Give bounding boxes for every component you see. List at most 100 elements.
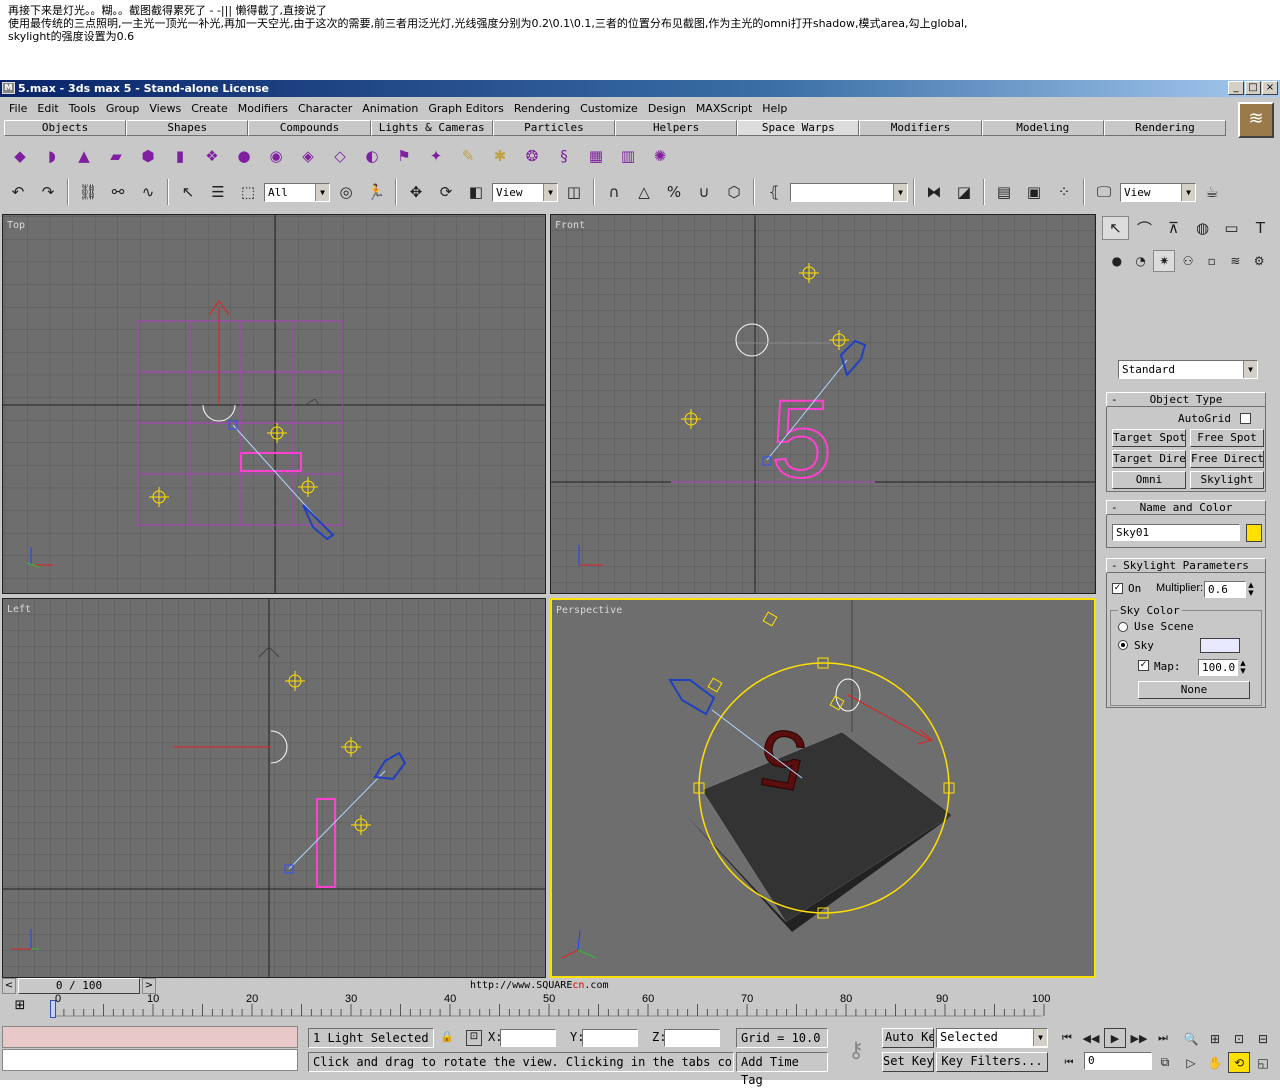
ripple-icon[interactable]: ✺ (646, 142, 674, 170)
select-icon[interactable]: ↖ (174, 178, 202, 206)
menu-modifiers[interactable]: Modifiers (233, 102, 293, 115)
display-tab-icon[interactable]: ▭ (1218, 216, 1245, 240)
zoom-icon[interactable]: 🔍 (1180, 1028, 1202, 1049)
bind-space-warp-icon[interactable]: ∿ (134, 178, 162, 206)
goto-start-icon[interactable]: ⏮ (1056, 1028, 1078, 1048)
schematic-icon[interactable]: ▣ (1020, 178, 1048, 206)
rect-region-icon[interactable]: ⬚ (234, 178, 262, 206)
conform-icon[interactable]: ◐ (358, 142, 386, 170)
max-icon[interactable]: M (2, 82, 15, 94)
create-tab-icon[interactable]: ↖ (1102, 216, 1130, 240)
spinner-arrows-icon[interactable]: ▲ ▼ (1238, 659, 1248, 676)
z-coord-input[interactable] (664, 1029, 720, 1047)
absolute-mode-icon[interactable]: ⊡ (466, 1030, 482, 1046)
name-color-header[interactable]: - Name and Color (1106, 500, 1266, 515)
pan-icon[interactable]: ✋ (1204, 1052, 1226, 1073)
ffd-cyl-icon[interactable]: ▥ (614, 142, 642, 170)
time-slider-track[interactable]: < 0 / 100 > http://www.SQUAREcn.com (2, 978, 1098, 994)
y-coord-input[interactable] (582, 1029, 638, 1047)
zoom-all-icon[interactable]: ⊞ (1204, 1028, 1226, 1049)
helpers-icon[interactable]: ▫ (1201, 250, 1223, 272)
object-color-swatch[interactable] (1246, 524, 1262, 542)
edit-named-sel-icon[interactable]: ⦃ (760, 178, 788, 206)
rotate-icon[interactable]: ⟳ (432, 178, 460, 206)
tab-particles[interactable]: Particles (492, 120, 616, 136)
viewport-front[interactable]: 5 Front (550, 214, 1096, 594)
spinner-snap-icon[interactable]: ∪ (690, 178, 718, 206)
named-sel-icon[interactable]: ⬡ (720, 178, 748, 206)
viewport-label[interactable]: Front (555, 220, 585, 231)
map-amount-spinner[interactable]: 100.0 (1198, 659, 1238, 676)
viewport-perspective[interactable]: 5 Perspective (550, 598, 1096, 978)
named-selection-select[interactable]: ▼ (790, 182, 908, 202)
omni-button[interactable]: Omni (1112, 471, 1186, 489)
free-spot-button[interactable]: Free Spot (1190, 429, 1264, 447)
select-by-name-icon[interactable]: ☰ (204, 178, 232, 206)
multiplier-spinner[interactable]: 0.6 (1204, 581, 1246, 598)
noise-icon[interactable]: ❖ (198, 142, 226, 170)
deflector-icon[interactable]: ▲ (70, 142, 98, 170)
tab-modeling[interactable]: Modeling (981, 120, 1104, 136)
material-editor-icon[interactable]: ⁘ (1050, 178, 1078, 206)
select-crossing-icon[interactable]: ◎ (332, 178, 360, 206)
align-icon[interactable]: ◪ (950, 178, 978, 206)
object-type-header[interactable]: - Object Type (1106, 392, 1266, 407)
arc-rotate-icon[interactable]: ⟲ (1228, 1052, 1250, 1073)
tab-shapes[interactable]: Shapes (126, 120, 249, 136)
selection-filter-select[interactable]: All ▼ (264, 182, 330, 202)
modify-tab-icon[interactable]: ⌒ (1131, 216, 1158, 240)
ref-coord-select[interactable]: View ▼ (492, 182, 558, 202)
motion-tab-icon[interactable]: ◍ (1189, 216, 1216, 240)
sky-color-swatch[interactable] (1200, 638, 1240, 653)
drag-icon[interactable]: § (550, 142, 578, 170)
menu-design[interactable]: Design (643, 102, 691, 115)
menu-tools[interactable]: Tools (64, 102, 101, 115)
use-scene-radio[interactable] (1118, 622, 1128, 632)
target-direct-button[interactable]: Target Direct (1112, 450, 1186, 468)
free-direct-button[interactable]: Free Direct (1190, 450, 1264, 468)
maxscript-listener-mini[interactable] (2, 1026, 298, 1048)
track-view-icon[interactable]: ▤ (990, 178, 1018, 206)
auto-key-button[interactable]: Auto Key (882, 1028, 934, 1048)
menu-edit[interactable]: Edit (32, 102, 63, 115)
undo-icon[interactable]: ↶ (4, 178, 32, 206)
mirror-icon[interactable]: ⧓ (920, 178, 948, 206)
spinner-arrows-icon[interactable]: ▲ ▼ (1246, 581, 1256, 598)
play-icon[interactable]: ▶ (1104, 1028, 1126, 1048)
menu-customize[interactable]: Customize (575, 102, 643, 115)
autogrid-checkbox[interactable] (1240, 413, 1251, 424)
chevron-right-icon[interactable]: > (142, 978, 156, 994)
select-move-figure-icon[interactable]: 🏃 (362, 178, 390, 206)
tab-objects[interactable]: Objects (4, 120, 127, 136)
path-follow-icon[interactable]: ◉ (262, 142, 290, 170)
set-key-icon[interactable]: ⚷ (834, 1028, 878, 1072)
target-spot-button[interactable]: Target Spot (1112, 429, 1186, 447)
sky-map-button[interactable]: None (1138, 681, 1250, 699)
add-time-tag-button[interactable]: Add Time Tag (736, 1052, 828, 1087)
current-frame-input[interactable]: 0 (1084, 1052, 1152, 1070)
minimize-button[interactable]: _ (1228, 81, 1244, 95)
pivot-icon[interactable]: ◫ (560, 178, 588, 206)
sky-radio[interactable] (1118, 640, 1128, 650)
force-icon[interactable]: ◆ (6, 142, 34, 170)
bomb-icon[interactable]: ● (230, 142, 258, 170)
taper-icon[interactable]: ▮ (166, 142, 194, 170)
goto-end-icon[interactable]: ⏭ (1152, 1028, 1174, 1048)
time-config-icon[interactable]: ⧉ (1154, 1052, 1176, 1072)
twist-icon[interactable]: ⬢ (134, 142, 162, 170)
tab-lights-cameras[interactable]: Lights & Cameras (370, 120, 493, 136)
menu-maxscript[interactable]: MAXScript (691, 102, 757, 115)
hierarchy-tab-icon[interactable]: ⊼ (1160, 216, 1187, 240)
menu-help[interactable]: Help (757, 102, 792, 115)
on-checkbox[interactable]: ✓ (1112, 583, 1123, 594)
maximize-viewport-icon[interactable]: ◱ (1252, 1052, 1274, 1073)
tab-modifiers[interactable]: Modifiers (859, 120, 982, 136)
redo-icon[interactable]: ↷ (34, 178, 62, 206)
ffd-box-icon[interactable]: ▦ (582, 142, 610, 170)
chevron-left-icon[interactable]: < (2, 978, 16, 994)
key-mode-select[interactable]: Selected ▼ (936, 1028, 1048, 1048)
lights-icon[interactable]: ✷ (1153, 250, 1176, 272)
viewport-left[interactable]: Left (2, 598, 546, 978)
field-of-view-icon[interactable]: ▷ (1180, 1052, 1202, 1073)
wave-icon[interactable]: ◗ (38, 142, 66, 170)
